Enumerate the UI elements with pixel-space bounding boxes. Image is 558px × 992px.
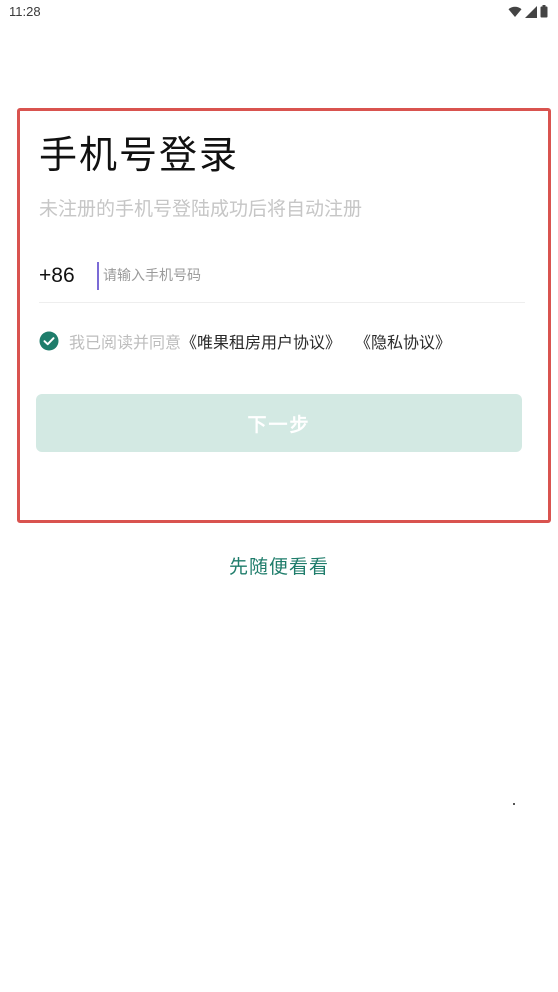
status-time: 11:28 xyxy=(9,4,41,19)
user-agreement-link[interactable]: 《唯果租房用户协议》 xyxy=(181,329,341,353)
page-title: 手机号登录 xyxy=(39,133,240,177)
privacy-policy-link[interactable]: 《隐私协议》 xyxy=(355,329,451,353)
signal-icon xyxy=(525,5,537,18)
page-subtitle: 未注册的手机号登陆成功后将自动注册 xyxy=(39,198,363,220)
agreement-prefix: 我已阅读并同意 xyxy=(69,333,182,352)
status-icons xyxy=(508,5,548,18)
stray-dot xyxy=(513,803,515,805)
phone-input[interactable] xyxy=(97,262,503,290)
login-card: 手机号登录 未注册的手机号登陆成功后将自动注册 +86 我已阅读并同意 《唯果租… xyxy=(17,108,551,523)
browse-as-guest-link[interactable]: 先随便看看 xyxy=(0,552,558,579)
login-screen: 11:28 手机号登录 未注册的手机号登陆成功后将自动注册 +86 请输入手机号… xyxy=(0,0,558,992)
status-bar: 11:28 xyxy=(0,0,558,24)
next-button[interactable]: 下一步 xyxy=(36,394,522,452)
battery-icon xyxy=(540,5,548,18)
agreement-row: 我已阅读并同意 《唯果租房用户协议》 《隐私协议》 xyxy=(39,329,451,353)
check-circle-icon[interactable] xyxy=(39,331,59,351)
country-code[interactable]: +86 xyxy=(39,264,75,288)
phone-row: +86 xyxy=(39,258,525,303)
wifi-icon xyxy=(508,6,522,18)
